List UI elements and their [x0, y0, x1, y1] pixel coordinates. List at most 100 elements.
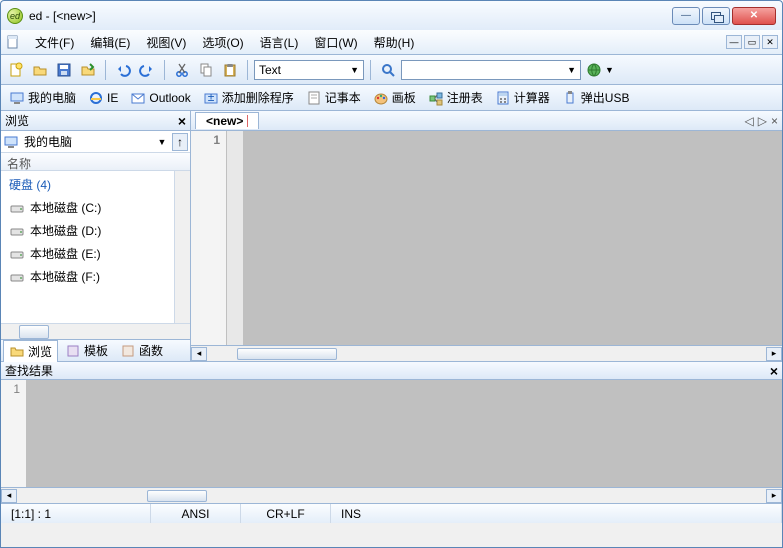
quick-launch-bar: 我的电脑 IE Outlook ±添加删除程序 记事本 画板 注册表 计算器 弹… — [1, 85, 782, 111]
drive-tree[interactable]: 硬盘 (4) 本地磁盘 (C:) 本地磁盘 (D:) 本地磁盘 (E:) 本地磁… — [1, 171, 174, 323]
window-title: ed - [<new>] — [29, 9, 672, 23]
menu-edit[interactable]: 编辑(E) — [82, 31, 138, 54]
sidebar-tabs: 浏览 模板 函数 — [1, 339, 190, 361]
editor-hscroll[interactable]: ◂ ▸ — [191, 345, 782, 361]
copy-button[interactable] — [195, 59, 217, 81]
save-all-button[interactable] — [77, 59, 99, 81]
menu-bar: 文件(F) 编辑(E) 视图(V) 选项(O) 语言(L) 窗口(W) 帮助(H… — [1, 30, 782, 55]
scroll-thumb[interactable] — [19, 325, 49, 339]
tab-templates[interactable]: 模板 — [60, 340, 113, 361]
status-mode: INS — [331, 504, 782, 523]
scroll-thumb[interactable] — [147, 490, 207, 502]
mdi-restore-button[interactable]: ▭ — [744, 35, 760, 49]
document-icon — [5, 34, 21, 50]
sidebar-vscroll[interactable] — [174, 171, 190, 323]
status-eol: CR+LF — [241, 504, 331, 523]
open-button[interactable] — [29, 59, 51, 81]
drive-item[interactable]: 本地磁盘 (E:) — [3, 242, 172, 265]
tab-next-button[interactable]: ▷ — [758, 114, 767, 128]
editor-body[interactable]: 1 — [191, 131, 782, 345]
editor-area: <new> ◁ ▷ × 1 ◂ ▸ — [191, 111, 782, 361]
svg-text:±: ± — [207, 90, 214, 104]
menu-file[interactable]: 文件(F) — [27, 31, 82, 54]
save-button[interactable] — [53, 59, 75, 81]
text-area[interactable] — [243, 131, 782, 345]
sidebar-hscroll[interactable] — [1, 323, 190, 339]
ql-notepad[interactable]: 记事本 — [302, 87, 365, 108]
tab-close-button[interactable]: × — [771, 114, 778, 128]
folder-icon — [9, 343, 25, 359]
paint-icon — [373, 90, 389, 106]
editor-tab-strip: <new> ◁ ▷ × — [191, 111, 782, 131]
web-button[interactable] — [583, 59, 605, 81]
close-button[interactable] — [732, 7, 776, 25]
scroll-right-button[interactable]: ▸ — [766, 347, 782, 361]
drive-item[interactable]: 本地磁盘 (C:) — [3, 196, 172, 219]
search-combo[interactable]: ▼ — [401, 60, 581, 80]
title-bar: ed ed - [<new>] — [0, 0, 783, 30]
drive-icon — [9, 200, 25, 216]
scroll-left-button[interactable]: ◂ — [1, 489, 17, 503]
menu-help[interactable]: 帮助(H) — [366, 31, 423, 54]
ql-paint[interactable]: 画板 — [369, 87, 420, 108]
undo-button[interactable] — [112, 59, 134, 81]
drive-item[interactable]: 本地磁盘 (F:) — [3, 265, 172, 288]
drive-icon — [9, 246, 25, 262]
output-body[interactable]: 1 — [1, 380, 782, 487]
registry-icon — [428, 90, 444, 106]
syntax-combo[interactable]: Text ▼ — [254, 60, 364, 80]
menu-view[interactable]: 视图(V) — [138, 31, 194, 54]
minimize-button[interactable] — [672, 7, 700, 25]
sidebar-location-combo[interactable]: 我的电脑 ▼ ↑ — [1, 131, 190, 153]
ql-calc[interactable]: 计算器 — [491, 87, 554, 108]
menu-language[interactable]: 语言(L) — [252, 31, 307, 54]
search-button[interactable] — [377, 59, 399, 81]
scroll-right-button[interactable]: ▸ — [766, 489, 782, 503]
new-button[interactable] — [5, 59, 27, 81]
scroll-thumb[interactable] — [237, 348, 337, 360]
scroll-left-button[interactable]: ◂ — [191, 347, 207, 361]
maximize-button[interactable] — [702, 7, 730, 25]
output-close-button[interactable]: × — [770, 363, 778, 379]
ql-ejectusb[interactable]: 弹出USB — [558, 87, 634, 108]
ql-mycomputer[interactable]: 我的电脑 — [5, 87, 80, 108]
tab-browse[interactable]: 浏览 — [3, 340, 58, 362]
drive-icon — [9, 223, 25, 239]
ql-addremove[interactable]: ±添加删除程序 — [199, 87, 298, 108]
status-encoding: ANSI — [151, 504, 241, 523]
menu-options[interactable]: 选项(O) — [194, 31, 251, 54]
editor-tab[interactable]: <new> — [195, 112, 259, 129]
notepad-icon — [306, 90, 322, 106]
menu-window[interactable]: 窗口(W) — [306, 31, 365, 54]
mdi-close-button[interactable]: ✕ — [762, 35, 778, 49]
tab-functions[interactable]: 函数 — [115, 340, 168, 361]
column-header-name[interactable]: 名称 — [1, 153, 190, 171]
computer-icon — [9, 90, 25, 106]
output-gutter: 1 — [1, 380, 27, 487]
output-text[interactable] — [27, 380, 782, 487]
mdi-minimize-button[interactable]: — — [726, 35, 742, 49]
output-hscroll[interactable]: ◂ ▸ — [1, 487, 782, 503]
sidebar: 浏览 × 我的电脑 ▼ ↑ 名称 硬盘 (4) 本地磁盘 (C:) 本地磁盘 (… — [1, 111, 191, 361]
calculator-icon — [495, 90, 511, 106]
drive-icon — [9, 269, 25, 285]
sidebar-close-button[interactable]: × — [178, 113, 186, 129]
ql-outlook[interactable]: Outlook — [126, 88, 194, 108]
cut-button[interactable] — [171, 59, 193, 81]
output-header: 查找结果 × — [1, 361, 782, 380]
ql-ie[interactable]: IE — [84, 88, 122, 108]
chevron-down-icon: ▼ — [567, 65, 576, 75]
chevron-down-icon: ▼ — [350, 65, 359, 75]
drive-item[interactable]: 本地磁盘 (D:) — [3, 219, 172, 242]
toolbar: Text ▼ ▼ ▼ — [1, 55, 782, 85]
computer-icon — [3, 134, 19, 150]
drive-group: 硬盘 (4) — [3, 173, 172, 196]
ql-regedit[interactable]: 注册表 — [424, 87, 487, 108]
chevron-down-icon[interactable]: ▼ — [605, 65, 614, 75]
tab-prev-button[interactable]: ◁ — [745, 114, 754, 128]
up-folder-button[interactable]: ↑ — [172, 133, 188, 151]
redo-button[interactable] — [136, 59, 158, 81]
modified-indicator — [247, 115, 248, 127]
chevron-down-icon: ▼ — [155, 137, 169, 147]
paste-button[interactable] — [219, 59, 241, 81]
